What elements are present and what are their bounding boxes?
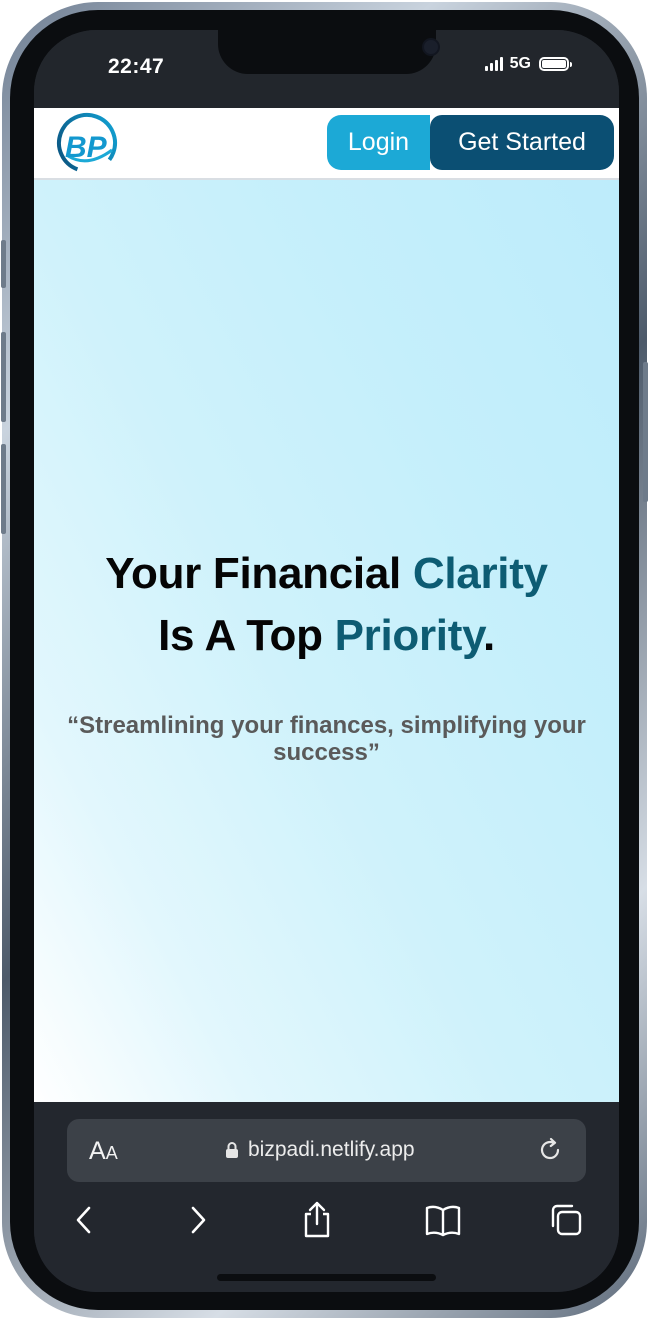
tabs-icon[interactable] bbox=[548, 1200, 584, 1240]
headline-text-2: Is A Top bbox=[158, 611, 335, 660]
safari-toolbar: AA bizpadi.netlify.app bbox=[34, 1102, 619, 1292]
notch bbox=[218, 30, 440, 74]
home-indicator bbox=[217, 1274, 436, 1281]
site-header: BP Login Get Started bbox=[34, 108, 619, 180]
front-camera-icon bbox=[422, 38, 440, 56]
get-started-button[interactable]: Get Started bbox=[430, 115, 614, 170]
logo-text: BP bbox=[65, 131, 108, 164]
phone-screen: 22:47 5G BP Login Get Started Your Finan… bbox=[34, 30, 619, 1292]
text-size-label-big: A bbox=[89, 1137, 106, 1165]
status-bar: 22:47 5G bbox=[34, 30, 619, 108]
url-display[interactable]: bizpadi.netlify.app bbox=[225, 1138, 415, 1162]
hero-headline: Your Financial Clarity Is A Top Priority… bbox=[34, 543, 619, 667]
text-size-button[interactable]: AA bbox=[89, 1137, 118, 1166]
browser-nav-row bbox=[34, 1200, 619, 1246]
hero-section: Your Financial Clarity Is A Top Priority… bbox=[34, 180, 619, 1102]
share-icon[interactable] bbox=[300, 1200, 334, 1240]
text-size-label-small: A bbox=[105, 1143, 118, 1163]
status-time: 22:47 bbox=[108, 55, 165, 78]
signal-strength-icon bbox=[484, 57, 505, 71]
header-buttons: Login Get Started bbox=[327, 115, 614, 170]
headline-text-1: Your Financial bbox=[105, 549, 413, 598]
reload-icon[interactable] bbox=[536, 1136, 564, 1164]
power-button bbox=[643, 362, 648, 502]
headline-period: . bbox=[483, 611, 495, 660]
bookmarks-icon[interactable] bbox=[424, 1200, 462, 1240]
address-bar[interactable]: AA bizpadi.netlify.app bbox=[67, 1119, 586, 1182]
status-indicators: 5G bbox=[484, 54, 572, 74]
web-content: BP Login Get Started Your Financial Clar… bbox=[34, 108, 619, 1102]
volume-up-button bbox=[1, 332, 6, 422]
bizpadi-logo[interactable]: BP bbox=[54, 110, 124, 176]
headline-accent-priority: Priority bbox=[334, 611, 484, 660]
lock-icon bbox=[225, 1141, 239, 1159]
headline-accent-clarity: Clarity bbox=[412, 549, 548, 598]
volume-down-button bbox=[1, 444, 6, 534]
hero-tagline: “Streamlining your finances, simplifying… bbox=[67, 712, 586, 766]
mute-switch bbox=[1, 240, 6, 288]
forward-icon[interactable] bbox=[186, 1200, 210, 1240]
battery-icon bbox=[539, 57, 572, 71]
url-text: bizpadi.netlify.app bbox=[248, 1138, 415, 1161]
back-icon[interactable] bbox=[72, 1200, 96, 1240]
login-button[interactable]: Login bbox=[327, 115, 430, 170]
network-type: 5G bbox=[509, 55, 531, 72]
